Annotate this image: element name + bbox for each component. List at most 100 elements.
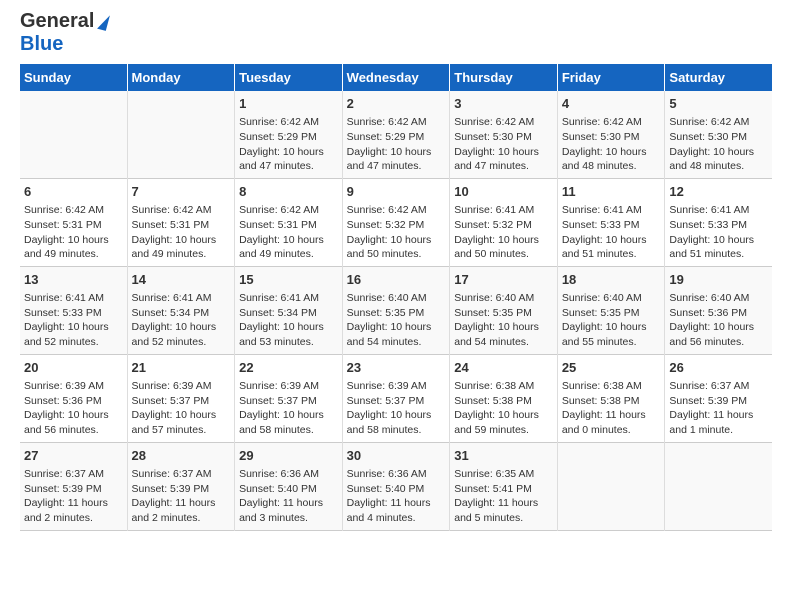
week-row-2: 6Sunrise: 6:42 AM Sunset: 5:31 PM Daylig… — [20, 178, 772, 266]
calendar-cell: 1Sunrise: 6:42 AM Sunset: 5:29 PM Daylig… — [235, 91, 343, 178]
day-number: 28 — [132, 447, 231, 465]
day-detail: Sunrise: 6:36 AM Sunset: 5:40 PM Dayligh… — [347, 467, 446, 526]
page-container: General Blue SundayMondayTuesdayWednesda… — [0, 0, 792, 541]
calendar-cell: 19 Sunrise: 6:40 AM Sunset: 5:36 PM Dayli… — [665, 266, 772, 354]
calendar-cell: 6Sunrise: 6:42 AM Sunset: 5:31 PM Daylig… — [20, 178, 127, 266]
day-detail: Sunrise: 6:42 AM Sunset: 5:29 PM Dayligh… — [347, 115, 446, 174]
day-number: 1 — [239, 95, 338, 113]
logo: General Blue — [20, 10, 108, 56]
calendar-cell: 29 Sunrise: 6:36 AM Sunset: 5:40 PM Dayli… — [235, 442, 343, 530]
day-number: 15 — [239, 271, 338, 289]
calendar-cell — [127, 91, 235, 178]
calendar-cell: 4 Sunrise: 6:42 AM Sunset: 5:30 PM Daylig… — [557, 91, 665, 178]
day-number: 30 — [347, 447, 446, 465]
calendar-cell — [557, 442, 665, 530]
day-detail: Sunrise: 6:42 AM Sunset: 5:31 PM Dayligh… — [239, 203, 338, 262]
day-number: 25 — [562, 359, 661, 377]
day-number: 29 — [239, 447, 338, 465]
calendar-cell: 17 Sunrise: 6:40 AM Sunset: 5:35 PM Dayli… — [450, 266, 558, 354]
calendar-cell: 18 Sunrise: 6:40 AM Sunset: 5:35 PM Dayli… — [557, 266, 665, 354]
day-number: 4 — [562, 95, 661, 113]
week-row-4: 20Sunrise: 6:39 AM Sunset: 5:36 PM Dayli… — [20, 354, 772, 442]
calendar-cell: 26 Sunrise: 6:37 AM Sunset: 5:39 PM Dayli… — [665, 354, 772, 442]
day-number: 24 — [454, 359, 553, 377]
calendar-cell: 10Sunrise: 6:41 AM Sunset: 5:32 PM Dayli… — [450, 178, 558, 266]
calendar-cell: 20Sunrise: 6:39 AM Sunset: 5:36 PM Dayli… — [20, 354, 127, 442]
calendar-cell: 28 Sunrise: 6:37 AM Sunset: 5:39 PM Dayli… — [127, 442, 235, 530]
day-number: 17 — [454, 271, 553, 289]
day-number: 9 — [347, 183, 446, 201]
calendar-cell: 8Sunrise: 6:42 AM Sunset: 5:31 PM Daylig… — [235, 178, 343, 266]
day-detail: Sunrise: 6:40 AM Sunset: 5:35 PM Dayligh… — [347, 291, 446, 350]
day-number: 5 — [669, 95, 768, 113]
calendar-table: SundayMondayTuesdayWednesdayThursdayFrid… — [20, 64, 772, 531]
col-header-tuesday: Tuesday — [235, 64, 343, 91]
calendar-cell: 12Sunrise: 6:41 AM Sunset: 5:33 PM Dayli… — [665, 178, 772, 266]
day-detail: Sunrise: 6:42 AM Sunset: 5:31 PM Dayligh… — [24, 203, 123, 262]
day-detail: Sunrise: 6:38 AM Sunset: 5:38 PM Dayligh… — [562, 379, 661, 438]
day-number: 20 — [24, 359, 123, 377]
day-detail: Sunrise: 6:39 AM Sunset: 5:37 PM Dayligh… — [239, 379, 338, 438]
day-number: 23 — [347, 359, 446, 377]
day-number: 12 — [669, 183, 768, 201]
day-number: 22 — [239, 359, 338, 377]
calendar-cell: 16 Sunrise: 6:40 AM Sunset: 5:35 PM Dayli… — [342, 266, 450, 354]
day-number: 31 — [454, 447, 553, 465]
day-detail: Sunrise: 6:42 AM Sunset: 5:30 PM Dayligh… — [562, 115, 661, 174]
calendar-cell: 24 Sunrise: 6:38 AM Sunset: 5:38 PM Dayli… — [450, 354, 558, 442]
day-number: 7 — [132, 183, 231, 201]
day-number: 13 — [24, 271, 123, 289]
col-header-saturday: Saturday — [665, 64, 772, 91]
day-detail: Sunrise: 6:42 AM Sunset: 5:32 PM Dayligh… — [347, 203, 446, 262]
day-detail: Sunrise: 6:37 AM Sunset: 5:39 PM Dayligh… — [132, 467, 231, 526]
logo-general-text: General — [20, 10, 94, 33]
week-row-5: 27 Sunrise: 6:37 AM Sunset: 5:39 PM Dayli… — [20, 442, 772, 530]
day-detail: Sunrise: 6:41 AM Sunset: 5:34 PM Dayligh… — [239, 291, 338, 350]
col-header-monday: Monday — [127, 64, 235, 91]
calendar-cell: 11Sunrise: 6:41 AM Sunset: 5:33 PM Dayli… — [557, 178, 665, 266]
calendar-cell: 2 Sunrise: 6:42 AM Sunset: 5:29 PM Daylig… — [342, 91, 450, 178]
calendar-cell: 21 Sunrise: 6:39 AM Sunset: 5:37 PM Dayli… — [127, 354, 235, 442]
day-number: 27 — [24, 447, 123, 465]
col-header-wednesday: Wednesday — [342, 64, 450, 91]
day-number: 2 — [347, 95, 446, 113]
day-number: 26 — [669, 359, 768, 377]
day-detail: Sunrise: 6:41 AM Sunset: 5:32 PM Dayligh… — [454, 203, 553, 262]
day-detail: Sunrise: 6:40 AM Sunset: 5:35 PM Dayligh… — [562, 291, 661, 350]
day-detail: Sunrise: 6:41 AM Sunset: 5:33 PM Dayligh… — [24, 291, 123, 350]
day-detail: Sunrise: 6:42 AM Sunset: 5:31 PM Dayligh… — [132, 203, 231, 262]
calendar-cell: 27 Sunrise: 6:37 AM Sunset: 5:39 PM Dayli… — [20, 442, 127, 530]
col-header-friday: Friday — [557, 64, 665, 91]
week-row-3: 13 Sunrise: 6:41 AM Sunset: 5:33 PM Dayli… — [20, 266, 772, 354]
day-detail: Sunrise: 6:41 AM Sunset: 5:34 PM Dayligh… — [132, 291, 231, 350]
page-header: General Blue — [20, 10, 772, 56]
day-detail: Sunrise: 6:35 AM Sunset: 5:41 PM Dayligh… — [454, 467, 553, 526]
day-number: 18 — [562, 271, 661, 289]
day-number: 16 — [347, 271, 446, 289]
day-number: 19 — [669, 271, 768, 289]
day-detail: Sunrise: 6:38 AM Sunset: 5:38 PM Dayligh… — [454, 379, 553, 438]
day-detail: Sunrise: 6:39 AM Sunset: 5:37 PM Dayligh… — [347, 379, 446, 438]
calendar-cell: 31 Sunrise: 6:35 AM Sunset: 5:41 PM Dayli… — [450, 442, 558, 530]
calendar-cell: 7 Sunrise: 6:42 AM Sunset: 5:31 PM Daylig… — [127, 178, 235, 266]
calendar-cell: 5 Sunrise: 6:42 AM Sunset: 5:30 PM Daylig… — [665, 91, 772, 178]
day-detail: Sunrise: 6:36 AM Sunset: 5:40 PM Dayligh… — [239, 467, 338, 526]
calendar-cell: 25 Sunrise: 6:38 AM Sunset: 5:38 PM Dayli… — [557, 354, 665, 442]
day-detail: Sunrise: 6:37 AM Sunset: 5:39 PM Dayligh… — [669, 379, 768, 438]
day-detail: Sunrise: 6:40 AM Sunset: 5:36 PM Dayligh… — [669, 291, 768, 350]
day-detail: Sunrise: 6:39 AM Sunset: 5:37 PM Dayligh… — [132, 379, 231, 438]
calendar-cell: 14 Sunrise: 6:41 AM Sunset: 5:34 PM Dayli… — [127, 266, 235, 354]
day-detail: Sunrise: 6:37 AM Sunset: 5:39 PM Dayligh… — [24, 467, 123, 526]
col-header-sunday: Sunday — [20, 64, 127, 91]
calendar-cell: 13 Sunrise: 6:41 AM Sunset: 5:33 PM Dayli… — [20, 266, 127, 354]
day-detail: Sunrise: 6:40 AM Sunset: 5:35 PM Dayligh… — [454, 291, 553, 350]
day-number: 3 — [454, 95, 553, 113]
calendar-cell: 9 Sunrise: 6:42 AM Sunset: 5:32 PM Daylig… — [342, 178, 450, 266]
calendar-cell: 23 Sunrise: 6:39 AM Sunset: 5:37 PM Dayli… — [342, 354, 450, 442]
day-detail: Sunrise: 6:42 AM Sunset: 5:30 PM Dayligh… — [669, 115, 768, 174]
day-number: 14 — [132, 271, 231, 289]
day-number: 11 — [562, 183, 661, 201]
logo-blue-text: Blue — [20, 33, 63, 56]
day-number: 21 — [132, 359, 231, 377]
calendar-cell: 30 Sunrise: 6:36 AM Sunset: 5:40 PM Dayli… — [342, 442, 450, 530]
